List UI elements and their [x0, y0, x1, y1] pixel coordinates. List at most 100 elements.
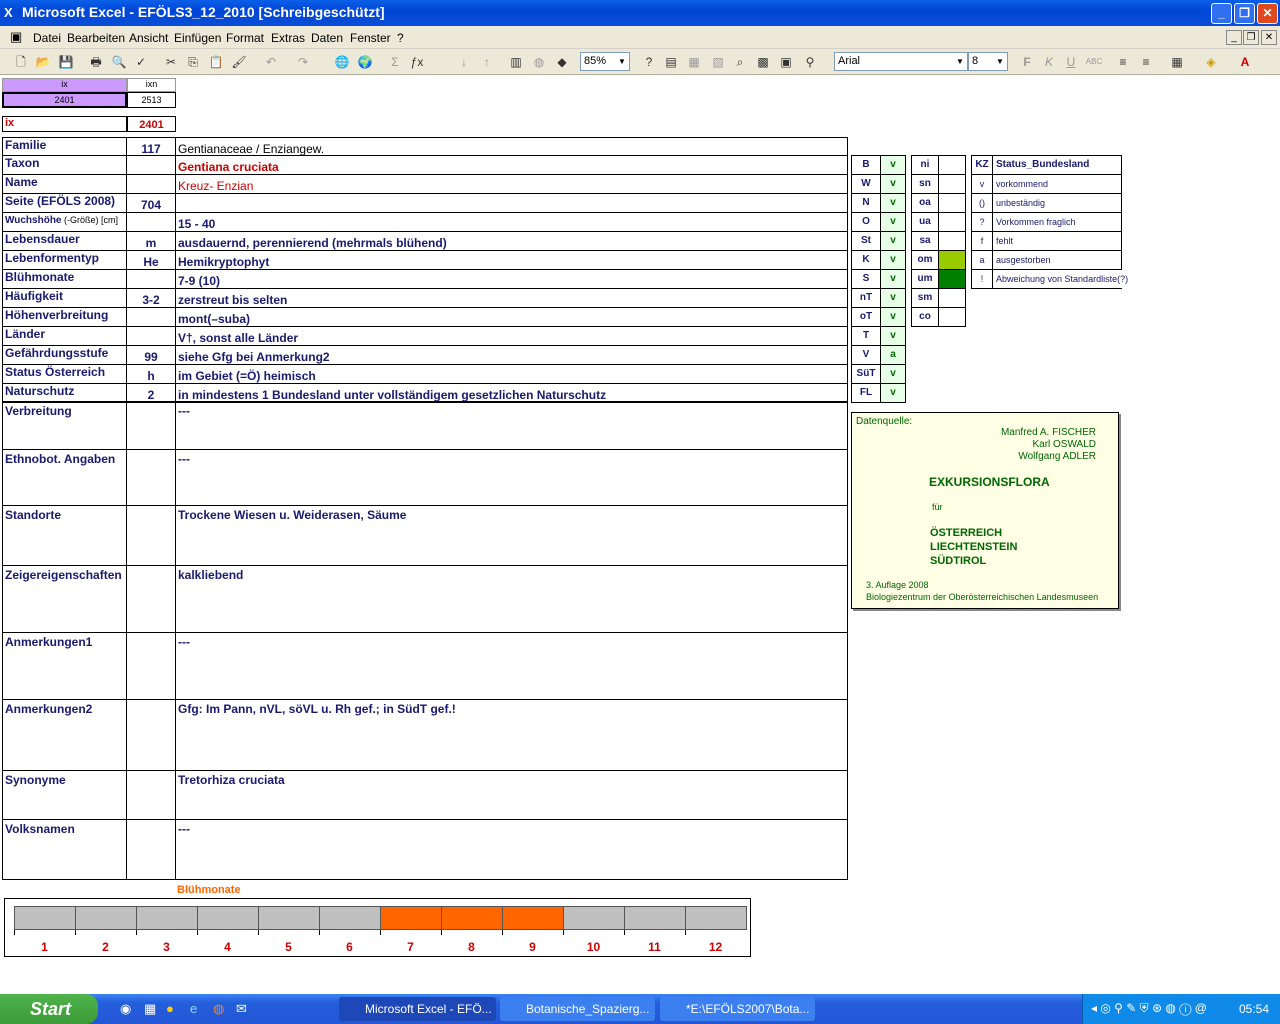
laender-status[interactable]: v — [880, 231, 906, 251]
laender-status[interactable]: v — [880, 155, 906, 175]
toolbar-misc2-icon[interactable]: ▦ — [685, 53, 703, 71]
note-value[interactable]: Tretorhiza cruciata — [175, 770, 848, 820]
doc-restore-button[interactable]: ❐ — [1243, 30, 1259, 45]
toolbar-misc1-icon[interactable]: ▤ — [662, 53, 680, 71]
zoom-combo[interactable]: 85% ▼ — [580, 52, 630, 71]
row-number[interactable] — [126, 326, 176, 346]
laender-status[interactable]: v — [880, 307, 906, 327]
note-value[interactable]: kalkliebend — [175, 565, 848, 633]
spelling-icon[interactable]: ✓ — [132, 53, 150, 71]
laender-status[interactable]: v — [880, 383, 906, 403]
row-value[interactable]: in mindestens 1 Bundesland unter vollstä… — [175, 383, 848, 403]
row-number[interactable]: h — [126, 364, 176, 384]
bold-icon[interactable]: F — [1018, 53, 1036, 71]
hoehen-cell[interactable] — [938, 288, 966, 308]
row-number[interactable] — [126, 174, 176, 194]
row-value[interactable]: V†, sonst alle Länder — [175, 326, 848, 346]
note-value[interactable]: Gfg: Im Pann, nVL, söVL u. Rh gef.; in S… — [175, 699, 848, 771]
chart-wizard-icon[interactable]: ▥ — [507, 53, 525, 71]
row-value[interactable]: zerstreut bis selten — [175, 288, 848, 308]
align-center-icon[interactable]: ≡ — [1137, 53, 1155, 71]
note-value[interactable]: Trockene Wiesen u. Weiderasen, Säume — [175, 505, 848, 566]
close-button[interactable]: ✕ — [1257, 3, 1278, 24]
italic-icon[interactable]: K — [1040, 53, 1058, 71]
menu-format[interactable]: Format — [226, 31, 264, 45]
row-value[interactable] — [175, 193, 848, 213]
row-value[interactable]: ausdauernd, perennierend (mehrmals blühe… — [175, 231, 848, 251]
quicklaunch-icon-2[interactable]: ▦ — [144, 1001, 156, 1017]
ie-icon[interactable]: e — [190, 1001, 197, 1016]
ix-value-cell[interactable]: 2401 — [2, 92, 127, 108]
row-number[interactable] — [126, 307, 176, 327]
row-number[interactable] — [126, 269, 176, 289]
calculator-icon[interactable]: ▣ — [777, 53, 795, 71]
doc-minimize-button[interactable]: _ — [1226, 30, 1242, 45]
note-value[interactable]: --- — [175, 449, 848, 506]
minimize-button[interactable]: _ — [1211, 3, 1232, 24]
row-number[interactable] — [126, 155, 176, 175]
menu-ansicht[interactable]: Ansicht — [129, 31, 168, 45]
ix-red-value[interactable]: 2401 — [127, 116, 176, 132]
restore-button[interactable]: ❐ — [1234, 3, 1255, 24]
note-value[interactable]: --- — [175, 632, 848, 700]
row-number[interactable] — [126, 212, 176, 232]
laender-status[interactable]: a — [880, 345, 906, 365]
clock[interactable]: 05:54 — [1239, 1002, 1269, 1016]
freeze-icon[interactable]: ▩ — [754, 53, 772, 71]
note-value[interactable]: --- — [175, 401, 848, 450]
laender-status[interactable]: v — [880, 250, 906, 270]
open-icon[interactable]: 📂 — [34, 53, 52, 71]
new-icon[interactable]: 🗋 — [12, 53, 30, 71]
row-value[interactable]: im Gebiet (=Ö) heimisch — [175, 364, 848, 384]
help-icon[interactable]: ? — [640, 53, 658, 71]
task-botanische[interactable]: Botanische_Spazierg... — [500, 997, 655, 1021]
hoehen-cell[interactable] — [938, 155, 966, 175]
quicklaunch-icon-1[interactable]: ◉ — [120, 1001, 131, 1017]
row-number[interactable]: 2 — [126, 383, 176, 403]
row-number[interactable]: 3-2 — [126, 288, 176, 308]
menu-help[interactable]: ? — [397, 31, 404, 45]
sort-desc-icon[interactable]: ↑ — [478, 53, 496, 71]
sort-asc-icon[interactable]: ↓ — [455, 53, 473, 71]
row-value[interactable]: Hemikryptophyt — [175, 250, 848, 270]
ixn-header[interactable]: ixn — [127, 78, 176, 92]
fill-color-icon[interactable]: ◈ — [1202, 53, 1220, 71]
laender-status[interactable]: v — [880, 212, 906, 232]
format-painter-icon[interactable]: 🖌 — [230, 53, 248, 71]
menu-extras[interactable]: Extras — [271, 31, 305, 45]
hoehen-cell[interactable] — [938, 269, 966, 289]
row-number[interactable]: m — [126, 231, 176, 251]
task-excel[interactable]: Microsoft Excel - EFÖ... — [339, 997, 496, 1021]
autofilter-icon[interactable]: ⚲ — [801, 53, 819, 71]
row-value[interactable]: Kreuz- Enzian — [175, 174, 848, 194]
row-number[interactable]: 99 — [126, 345, 176, 365]
row-value[interactable]: 7-9 (10) — [175, 269, 848, 289]
row-value[interactable]: Gentiana cruciata — [175, 155, 848, 175]
hyperlink-icon[interactable]: 🌐 — [333, 53, 351, 71]
autosum-icon[interactable]: Σ — [386, 53, 404, 71]
hoehen-cell[interactable] — [938, 250, 966, 270]
strikethrough-icon[interactable]: ABC — [1085, 53, 1103, 71]
laender-status[interactable]: v — [880, 193, 906, 213]
excel-app-icon[interactable]: X — [4, 5, 19, 20]
laender-status[interactable]: v — [880, 269, 906, 289]
document-icon[interactable]: ▣ — [10, 29, 22, 45]
menu-datei[interactable]: Datei — [33, 31, 61, 45]
map-icon[interactable]: ◍ — [530, 53, 548, 71]
hoehen-cell[interactable] — [938, 212, 966, 232]
save-icon[interactable]: 💾 — [57, 53, 75, 71]
font-size-combo[interactable]: 8 ▼ — [968, 52, 1008, 71]
start-button[interactable]: Start — [0, 994, 98, 1024]
font-color-icon[interactable]: A — [1236, 53, 1254, 71]
undo-icon[interactable]: ↶ — [262, 53, 280, 71]
row-value[interactable]: siehe Gfg bei Anmerkung2 — [175, 345, 848, 365]
print-icon[interactable]: 🖶 — [87, 53, 105, 71]
chevron-down-icon[interactable]: ▼ — [953, 53, 967, 70]
chevron-down-icon[interactable]: ▼ — [615, 53, 629, 70]
font-combo[interactable]: Arial ▼ — [834, 52, 968, 71]
row-value[interactable]: 15 - 40 — [175, 212, 848, 232]
menu-fenster[interactable]: Fenster — [350, 31, 391, 45]
row-value[interactable]: Gentianaceae / Enziangew. — [175, 137, 848, 156]
hoehen-cell[interactable] — [938, 174, 966, 194]
align-left-icon[interactable]: ≡ — [1114, 53, 1132, 71]
